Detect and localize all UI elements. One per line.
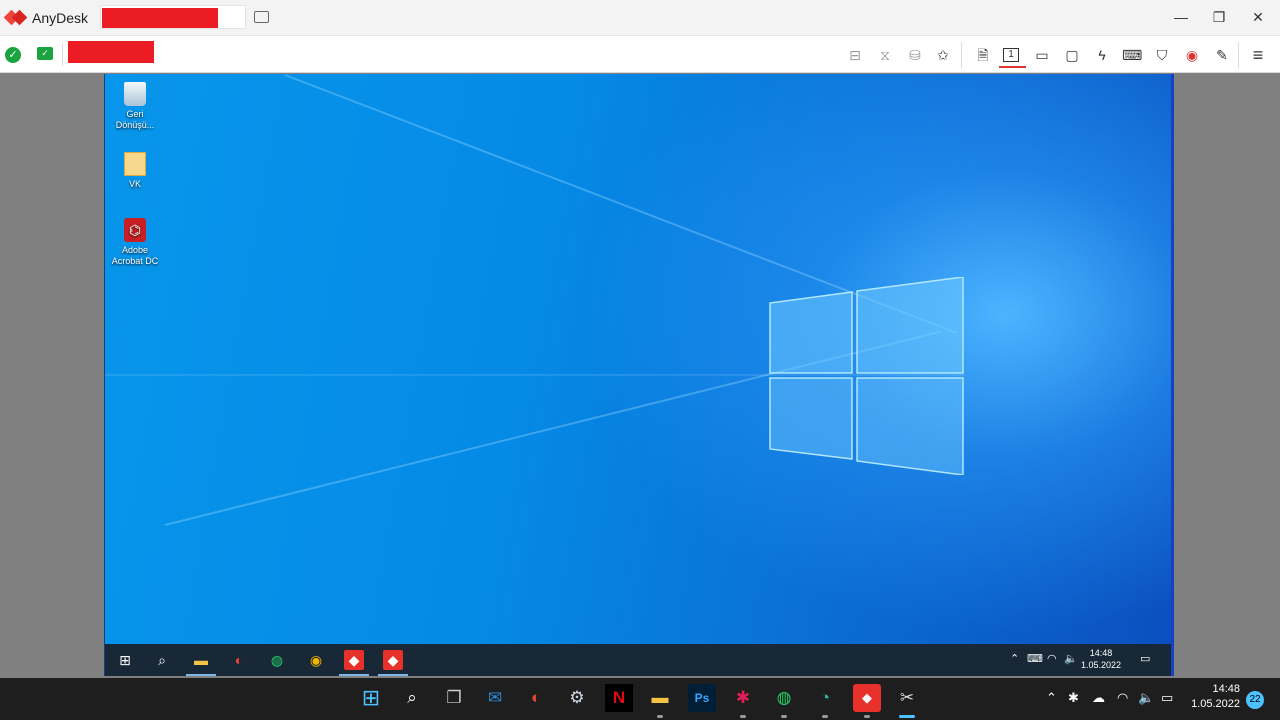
windows-logo-icon	[769, 277, 964, 475]
app-name: AnyDesk	[32, 9, 89, 26]
anydesk-icon[interactable]: ◆	[344, 650, 364, 670]
running-indicator	[781, 715, 787, 718]
shield-icon[interactable]: ⛉	[1152, 46, 1172, 64]
tray-chevron-icon[interactable]: ⌃	[1010, 652, 1019, 665]
recycle-bin-icon	[124, 82, 146, 106]
local-clock[interactable]: 14:48 1.05.2022	[1191, 682, 1240, 712]
acrobat-icon: ⌬	[124, 218, 146, 242]
running-indicator	[657, 715, 663, 718]
anydesk-icon[interactable]: ◆	[383, 650, 403, 670]
search-icon[interactable]: ⌕	[398, 684, 426, 712]
session-tab[interactable]	[100, 5, 246, 29]
connection-status-icon: ✓	[5, 47, 21, 63]
star-icon[interactable]: ✩	[933, 46, 953, 64]
redacted-address	[102, 8, 218, 28]
anydesk-icon[interactable]: ◆	[853, 684, 881, 712]
wifi-icon[interactable]: ◠	[1117, 690, 1128, 706]
local-taskbar: ⊞ ⌕ ❐ ✉ ◐ ⚙ N ▬ Ps ✱ ◍ ◔ ◆ ✂ ⌃ ✱ ☁ ◠ 🔈 ▭…	[0, 678, 1280, 720]
anydesk-titlebar: AnyDesk — ❐ ✕	[0, 0, 1280, 35]
close-button[interactable]: ✕	[1246, 6, 1270, 28]
folder-icon	[124, 152, 146, 176]
running-indicator	[378, 674, 408, 676]
volume-icon[interactable]: 🔈	[1064, 652, 1078, 665]
slack-icon[interactable]: ✱	[729, 684, 757, 712]
chat-icon[interactable]: ▢	[1062, 46, 1082, 64]
language-icon[interactable]: ⌨	[1027, 652, 1043, 665]
remote-clock[interactable]: 14:48 1.05.2022	[1081, 647, 1121, 671]
toolbar-divider	[62, 44, 63, 66]
desktop-icon-recycle-bin[interactable]: Geri Dönüşü...	[106, 82, 164, 131]
file-explorer-icon[interactable]: ▬	[191, 650, 211, 670]
running-indicator	[822, 715, 828, 718]
chrome-icon[interactable]: ◉	[306, 650, 326, 670]
desktop-icon-label: Adobe Acrobat DC	[111, 245, 159, 266]
whatsapp-icon[interactable]: ◍	[770, 684, 798, 712]
remote-time: 14:48	[1089, 648, 1113, 658]
netflix-icon[interactable]: N	[605, 684, 633, 712]
file-icon[interactable]: 🗎	[973, 46, 993, 64]
privacy-icon[interactable]: ⊟	[845, 46, 865, 64]
whatsapp-icon[interactable]: ◍	[267, 650, 287, 670]
ccleaner-icon[interactable]: ◐	[229, 650, 249, 670]
action-center-icon[interactable]: ▭	[1140, 652, 1150, 665]
remote-taskbar: ⊞ ⌕ ▬ ◐ ◍ ◉ ◆ ◆ ⌃ ⌨ ◠ 🔈 14:48 1.05.2022 …	[105, 644, 1171, 676]
network-icon[interactable]: ◠	[1047, 652, 1057, 665]
toolbar-divider	[1238, 42, 1239, 68]
remote-desktop-view[interactable]: Geri Dönüşü... VK ⌬ Adobe Acrobat DC ⊞ ⌕…	[104, 74, 1174, 676]
volume-icon[interactable]: 🔈	[1138, 690, 1154, 706]
search-icon[interactable]: ⌕	[152, 650, 172, 670]
remote-monitor-icon[interactable]: ✓	[37, 47, 53, 60]
record-icon[interactable]: ◉	[1182, 46, 1202, 64]
maximize-button[interactable]: ❐	[1207, 6, 1231, 28]
start-icon[interactable]: ⊞	[357, 684, 385, 712]
tray-app-icon[interactable]: ✱	[1068, 690, 1079, 706]
desktop-icon-label: Geri Dönüşü...	[115, 109, 155, 130]
remote-date: 1.05.2022	[1080, 660, 1121, 670]
lightning-icon[interactable]: ϟ	[1092, 46, 1112, 64]
desktop-icon-vk[interactable]: VK	[106, 152, 164, 190]
display-1-icon[interactable]: 1	[1003, 48, 1019, 62]
pen-icon[interactable]: ✎	[1212, 46, 1232, 64]
snipping-tool-icon[interactable]: ✂	[893, 684, 921, 712]
ccleaner-icon[interactable]: ◐	[522, 684, 550, 712]
desktop-icon-acrobat[interactable]: ⌬ Adobe Acrobat DC	[106, 218, 164, 267]
battery-icon[interactable]: ▭	[1161, 690, 1173, 706]
local-time: 14:48	[1212, 683, 1240, 695]
desktop-icon-label: VK	[128, 179, 141, 189]
active-indicator	[899, 715, 915, 718]
edge-icon[interactable]: ◔	[811, 684, 839, 712]
onedrive-icon[interactable]: ☁	[1092, 690, 1105, 706]
monitor-icon[interactable]: ▭	[1032, 46, 1052, 64]
keyboard-icon[interactable]: ⌨	[1122, 46, 1142, 64]
tray-chevron-icon[interactable]: ⌃	[1046, 690, 1057, 706]
redacted-session-name[interactable]	[68, 41, 154, 63]
database-icon[interactable]: ⛁	[905, 46, 925, 64]
file-explorer-icon[interactable]: ▬	[646, 684, 674, 712]
running-indicator	[186, 674, 216, 676]
task-view-icon[interactable]: ❐	[440, 684, 468, 712]
running-indicator	[740, 715, 746, 718]
toolbar-divider	[961, 42, 962, 68]
new-window-icon[interactable]	[254, 11, 269, 23]
display-active-indicator	[999, 66, 1026, 68]
anydesk-toolbar: ✓ ✓ ⊟ ⧖ ⛁ ✩ 🗎 1 ▭ ▢ ϟ ⌨ ⛉ ◉ ✎ ≡	[0, 35, 1280, 73]
photoshop-icon[interactable]: Ps	[688, 684, 716, 712]
start-icon[interactable]: ⊞	[115, 650, 135, 670]
mail-icon[interactable]: ✉	[481, 684, 509, 712]
running-indicator	[339, 674, 369, 676]
anydesk-logo-icon	[3, 9, 28, 27]
minimize-button[interactable]: —	[1169, 6, 1193, 28]
local-date: 1.05.2022	[1191, 698, 1240, 710]
running-indicator	[864, 715, 870, 718]
notification-badge[interactable]: 22	[1246, 691, 1264, 709]
steam-icon[interactable]: ⚙	[563, 684, 591, 712]
menu-icon[interactable]: ≡	[1248, 46, 1268, 64]
hourglass-icon[interactable]: ⧖	[875, 46, 895, 64]
